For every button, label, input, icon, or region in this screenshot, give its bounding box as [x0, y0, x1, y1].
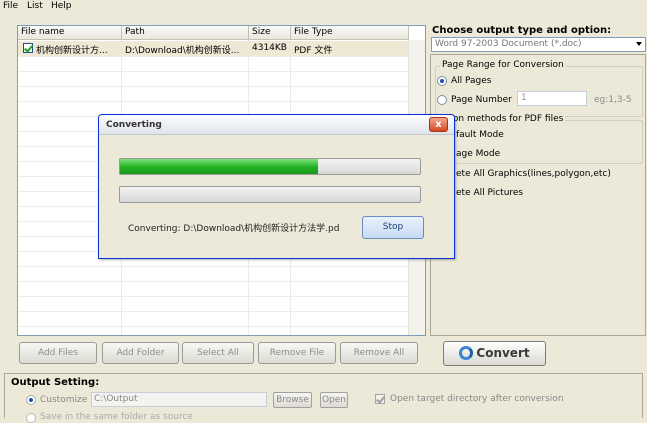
col-header-file-name[interactable]: File name: [18, 26, 122, 40]
methods-title: rsion methods for PDF files: [440, 114, 566, 124]
customize-label: Customize: [40, 395, 88, 405]
refresh-icon: [459, 346, 474, 360]
page-number-input[interactable]: 1: [517, 91, 587, 106]
page-number-label: Page Number: [451, 95, 512, 105]
open-after-label: Open target directory after conversion: [390, 394, 564, 404]
col-header-file-type[interactable]: File Type: [291, 26, 409, 40]
col-header-path[interactable]: Path: [122, 26, 249, 40]
row-line: [18, 326, 425, 327]
menu-list[interactable]: List: [27, 1, 43, 11]
dialog-title: Converting: [106, 120, 162, 130]
row-line: [18, 56, 425, 57]
table-row[interactable]: 机构创新设计方... D:\Download\机构创新设... 4314KB P…: [18, 41, 408, 56]
browse-button[interactable]: Browse: [273, 392, 312, 408]
select-all-button[interactable]: Select All: [182, 342, 254, 364]
current-progress-fill: [120, 159, 318, 174]
total-progress-bar: [119, 186, 421, 203]
delete-graphics-label[interactable]: ete All Graphics(lines,polygon,etc): [456, 169, 611, 179]
page-example-label: eg:1,3-5: [594, 95, 632, 105]
page-mode-label[interactable]: age Mode: [456, 149, 500, 159]
menu-bar: File List Help: [0, 0, 647, 14]
chevron-down-icon: [636, 42, 642, 46]
same-folder-radio[interactable]: [26, 413, 36, 423]
row-line: [18, 311, 425, 312]
remove-all-button[interactable]: Remove All: [340, 342, 418, 364]
row-line: [18, 86, 425, 87]
add-files-button[interactable]: Add Files: [19, 342, 97, 364]
close-icon[interactable]: x: [429, 117, 448, 132]
row-line: [18, 296, 425, 297]
delete-pictures-label[interactable]: ete All Pictures: [456, 188, 523, 198]
row-line: [18, 281, 425, 282]
output-setting-title: Output Setting:: [11, 377, 100, 388]
remove-file-button[interactable]: Remove File: [258, 342, 336, 364]
open-button[interactable]: Open: [320, 392, 348, 408]
menu-help[interactable]: Help: [51, 1, 72, 11]
dialog-title-bar[interactable]: Converting x: [99, 115, 454, 135]
customize-radio[interactable]: [26, 395, 36, 405]
menu-file[interactable]: File: [3, 1, 18, 11]
add-folder-button[interactable]: Add Folder: [102, 342, 179, 364]
all-pages-label: All Pages: [451, 76, 492, 86]
cell-file-name: 机构创新设计方...: [36, 46, 108, 56]
row-line: [18, 266, 425, 267]
convert-button[interactable]: Convert: [443, 341, 546, 366]
stop-button[interactable]: Stop: [362, 216, 424, 239]
row-checkbox[interactable]: [23, 43, 33, 53]
cell-path: D:\Download\机构创新设...: [125, 46, 240, 56]
same-folder-label: Save in the same folder as source: [40, 412, 193, 422]
converting-dialog: Converting x Converting: D:\Download\机构创…: [98, 114, 455, 259]
output-type-title: Choose output type and option:: [432, 25, 612, 36]
cell-file-type: PDF 文件: [294, 46, 333, 56]
output-type-select[interactable]: Word 97-2003 Document (*.doc): [431, 37, 646, 52]
default-mode-label[interactable]: fault Mode: [456, 130, 504, 140]
open-after-checkbox[interactable]: [375, 394, 385, 404]
row-line: [18, 71, 425, 72]
converting-status: Converting: D:\Download\机构创新设计方法学.pd: [128, 224, 340, 234]
col-header-size[interactable]: Size: [249, 26, 291, 40]
cell-size: 4314KB: [252, 43, 287, 53]
current-progress-bar: [119, 158, 421, 175]
page-number-radio[interactable]: [437, 95, 447, 105]
all-pages-radio[interactable]: [437, 76, 447, 86]
row-line: [18, 101, 425, 102]
output-directory-input[interactable]: C:\Output: [91, 392, 267, 407]
page-range-title: Page Range for Conversion: [440, 60, 566, 70]
